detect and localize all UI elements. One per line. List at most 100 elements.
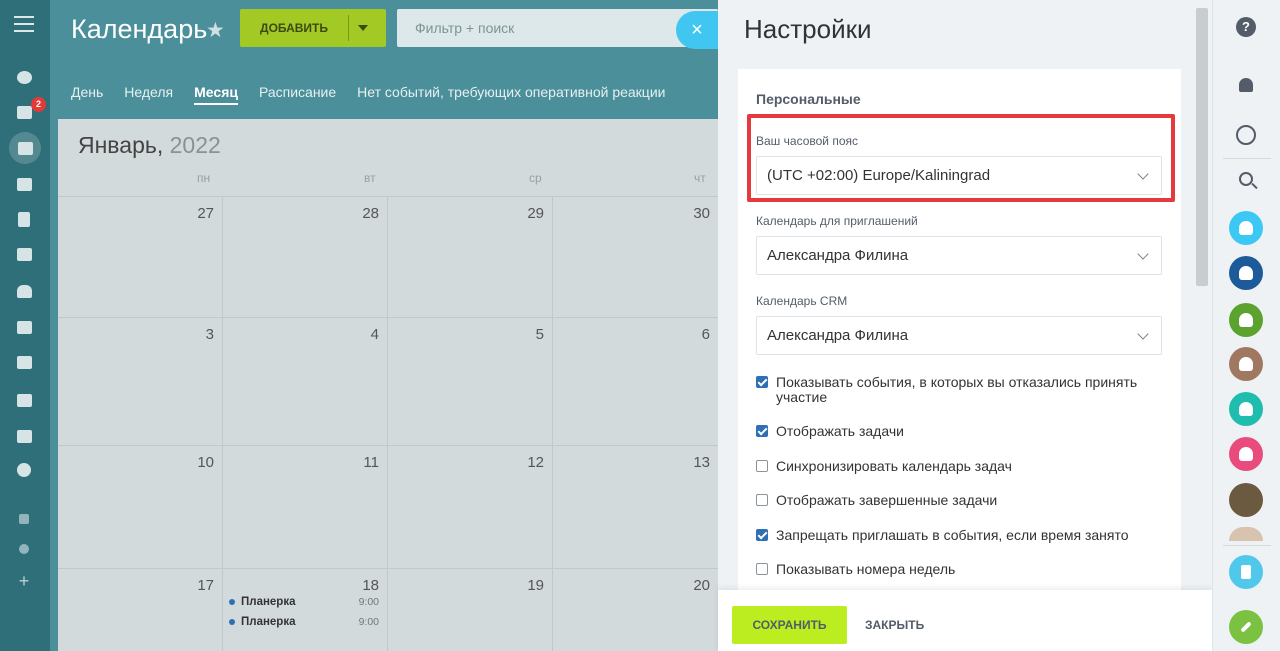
- settings-panel: Настройки Персональные Ваш часовой пояс …: [718, 0, 1212, 651]
- document-icon[interactable]: [13, 208, 35, 230]
- event-dot-icon: [229, 598, 235, 605]
- scrollbar[interactable]: [1196, 8, 1208, 286]
- checkbox-checked-icon[interactable]: [756, 425, 768, 437]
- avatar[interactable]: [1229, 392, 1263, 426]
- event-title: Планерка: [241, 596, 296, 608]
- avatar[interactable]: [1229, 437, 1263, 471]
- month-title: Январь, 2022: [78, 132, 221, 159]
- box-icon-2[interactable]: [13, 425, 35, 447]
- day-cell[interactable]: 19: [388, 569, 553, 651]
- day-cell[interactable]: 28: [223, 197, 388, 317]
- day-cell[interactable]: 17: [58, 569, 223, 651]
- calendar-event[interactable]: Планерка 9:00: [229, 596, 379, 608]
- avatar[interactable]: [1229, 483, 1263, 517]
- divider: [1223, 158, 1271, 159]
- tab-month[interactable]: Месяц: [194, 84, 238, 105]
- day-cell[interactable]: 27: [58, 197, 223, 317]
- settings-card: Персональные Ваш часовой пояс (UTC +02:0…: [738, 69, 1181, 651]
- bell-icon[interactable]: [1235, 74, 1257, 96]
- checkbox-week-numbers[interactable]: Показывать номера недель: [756, 562, 1156, 577]
- add-dropdown-icon[interactable]: [358, 25, 368, 31]
- day-cell[interactable]: 30: [553, 197, 718, 317]
- calendar-event[interactable]: Планерка 9:00: [229, 616, 379, 628]
- save-button[interactable]: СОХРАНИТЬ: [732, 606, 847, 644]
- add-button-label: ДОБАВИТЬ: [260, 21, 328, 35]
- day-cell[interactable]: 5: [388, 318, 553, 445]
- tab-week[interactable]: Неделя: [124, 84, 173, 105]
- groups-icon[interactable]: [13, 351, 35, 373]
- hamburger-menu-icon[interactable]: [14, 16, 34, 32]
- checkbox-deny-busy[interactable]: Запрещать приглашать в события, если вре…: [756, 528, 1156, 543]
- checkbox-unchecked-icon[interactable]: [756, 563, 768, 575]
- view-tabs: День Неделя Месяц Расписание Нет событий…: [71, 84, 686, 105]
- search-input[interactable]: Фильтр + поиск: [397, 9, 718, 47]
- event-title: Планерка: [241, 616, 296, 628]
- day-cell[interactable]: 12: [388, 446, 553, 568]
- checkbox-show-tasks[interactable]: Отображать задачи: [756, 424, 1156, 439]
- checkbox-checked-icon[interactable]: [756, 376, 768, 388]
- gear-icon[interactable]: [13, 538, 35, 560]
- checkbox-completed-tasks[interactable]: Отображать завершенные задачи: [756, 493, 1156, 508]
- checkbox-label: Отображать задачи: [776, 423, 904, 439]
- tab-day[interactable]: День: [71, 84, 103, 105]
- event-dot-icon: [229, 618, 235, 625]
- drive-icon[interactable]: [13, 243, 35, 265]
- tab-no-events[interactable]: Нет событий, требующих оперативной реакц…: [357, 84, 665, 105]
- crm-calendar-select[interactable]: Александра Филина: [756, 316, 1162, 355]
- help-icon[interactable]: ?: [1235, 16, 1257, 38]
- add-button[interactable]: ДОБАВИТЬ: [240, 9, 386, 47]
- avatar[interactable]: [1229, 211, 1263, 245]
- day-cell[interactable]: 18 Планерка 9:00 Планерка 9:00: [223, 569, 388, 651]
- feed-icon[interactable]: [13, 66, 35, 88]
- day-cell[interactable]: 13: [553, 446, 718, 568]
- search-icon[interactable]: [1235, 168, 1257, 190]
- star-icon[interactable]: ★: [206, 18, 225, 43]
- day-cell[interactable]: 4: [223, 318, 388, 445]
- highlight-frame: [747, 114, 1175, 202]
- week-row: 17 18 Планерка 9:00 Планерка 9:00 19 20: [58, 568, 718, 651]
- calendar-area: Календарь ★ ДОБАВИТЬ Фильтр + поиск День…: [50, 0, 718, 651]
- day-cell[interactable]: 10: [58, 446, 223, 568]
- checkbox-label: Запрещать приглашать в события, если вре…: [776, 527, 1129, 543]
- avatar[interactable]: [1229, 303, 1263, 337]
- day-cell[interactable]: 29: [388, 197, 553, 317]
- transfer-icon[interactable]: [1229, 555, 1263, 589]
- close-button[interactable]: ЗАКРЫТЬ: [865, 606, 924, 644]
- checkbox-unchecked-icon[interactable]: [756, 460, 768, 472]
- day-number: 3: [205, 326, 214, 343]
- sites-icon[interactable]: [13, 316, 35, 338]
- tab-schedule[interactable]: Расписание: [259, 84, 336, 105]
- day-cell[interactable]: 3: [58, 318, 223, 445]
- day-number: 10: [197, 454, 214, 471]
- crm-calendar-value: Александра Филина: [767, 327, 909, 344]
- day-number: 12: [527, 454, 544, 471]
- day-cell[interactable]: 11: [223, 446, 388, 568]
- add-button-divider: [348, 15, 349, 41]
- employees-icon[interactable]: [13, 280, 35, 302]
- avatar[interactable]: [1229, 347, 1263, 381]
- invite-calendar-select[interactable]: Александра Филина: [756, 236, 1162, 275]
- calendar-icon[interactable]: [9, 132, 41, 164]
- more-chevron-icon[interactable]: [13, 459, 35, 481]
- checkbox-show-declined[interactable]: Показывать события, в которых вы отказал…: [756, 375, 1156, 405]
- checkbox-checked-icon[interactable]: [756, 529, 768, 541]
- chat-icon[interactable]: [13, 173, 35, 195]
- checkbox-sync-tasks[interactable]: Синхронизировать календарь задач: [756, 459, 1156, 474]
- close-panel-button[interactable]: ×: [676, 11, 718, 49]
- weekday-thu: чт: [694, 171, 706, 185]
- phone-icon[interactable]: [1229, 610, 1263, 644]
- month-grid: Январь, 2022 пн вт ср чт 27 28 29 30 3 4…: [58, 119, 718, 651]
- day-cell[interactable]: 20: [553, 569, 718, 651]
- help-glyph: ?: [1236, 17, 1256, 37]
- avatar[interactable]: [1229, 256, 1263, 290]
- avatar[interactable]: [1229, 527, 1263, 541]
- box-icon[interactable]: [13, 389, 35, 411]
- chat-bubble-icon[interactable]: [1235, 124, 1257, 146]
- sitemap-icon[interactable]: [13, 508, 35, 530]
- plus-icon[interactable]: +: [13, 570, 35, 592]
- day-cell[interactable]: 6: [553, 318, 718, 445]
- checkbox-unchecked-icon[interactable]: [756, 494, 768, 506]
- day-number: 28: [362, 205, 379, 222]
- week-row: 3 4 5 6: [58, 317, 718, 445]
- day-number: 17: [197, 577, 214, 594]
